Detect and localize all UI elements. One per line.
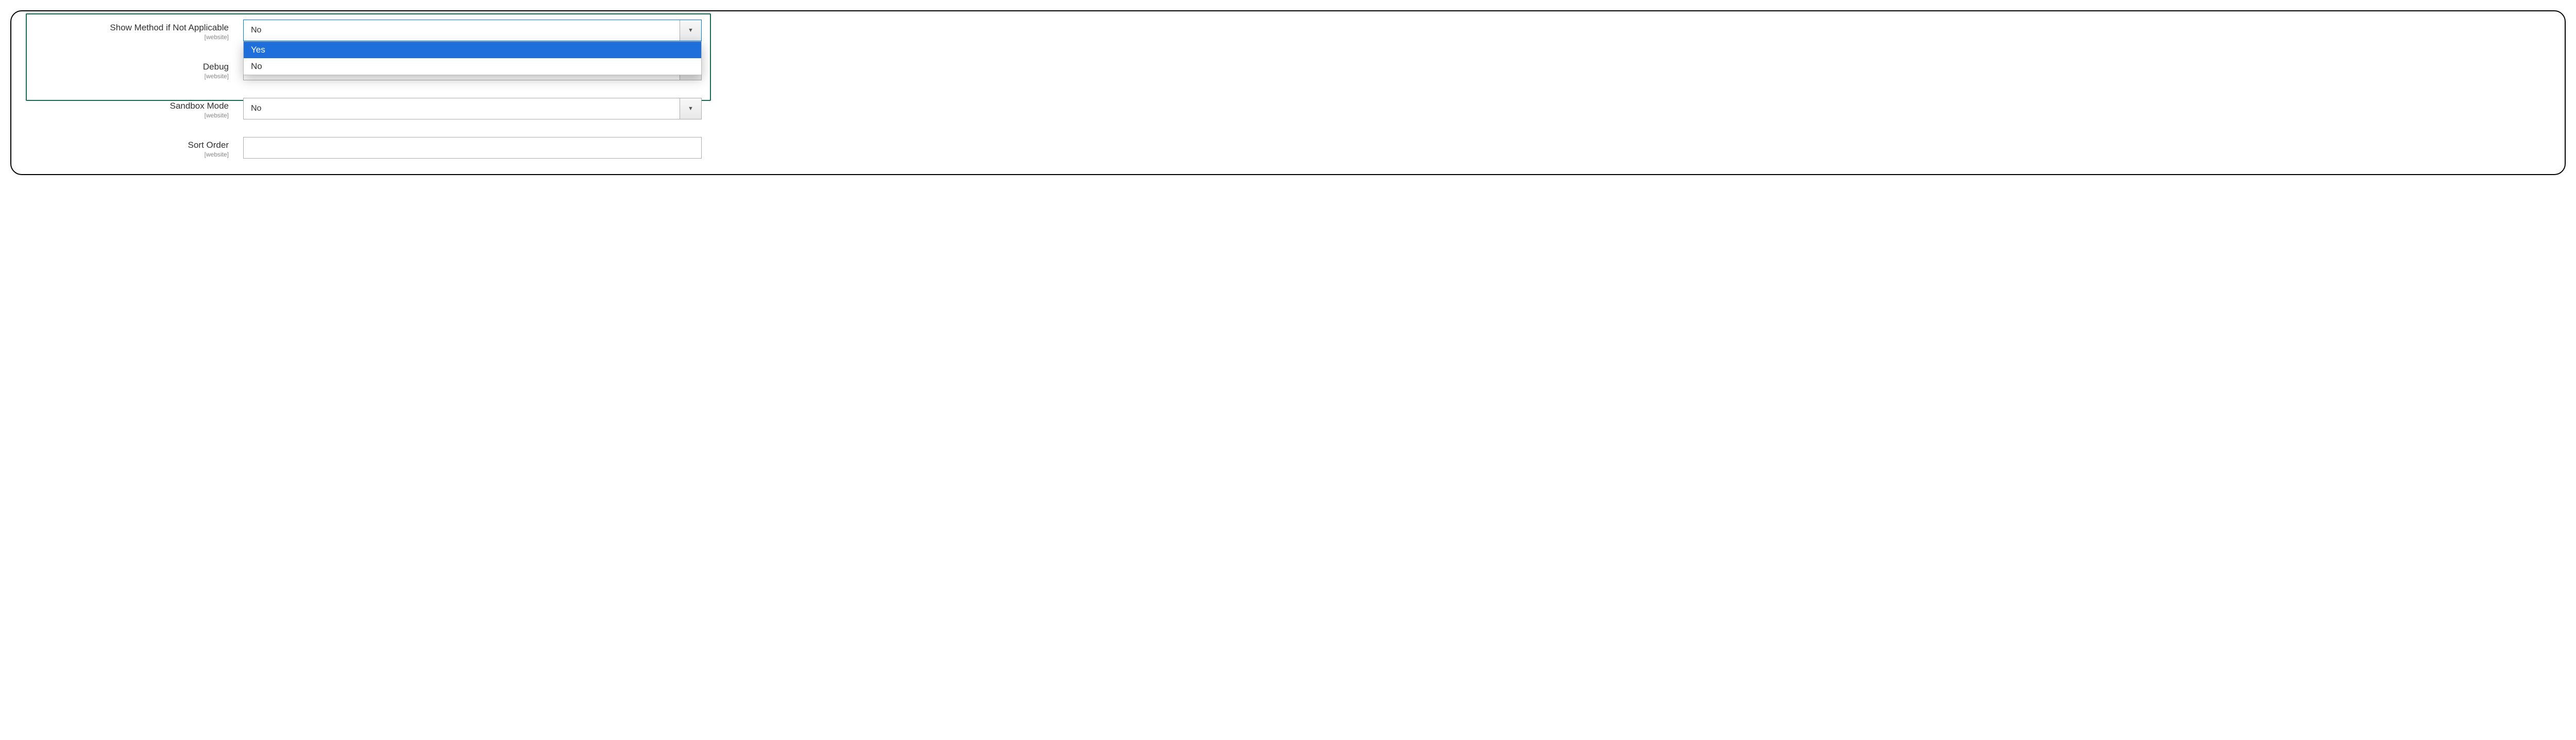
select-show-method[interactable]: No ▼ xyxy=(243,20,702,41)
select-value: No xyxy=(244,104,680,113)
option-yes[interactable]: Yes xyxy=(244,42,701,58)
label-text: Sandbox Mode xyxy=(27,101,229,111)
label-scope: [website] xyxy=(27,33,229,41)
label-sandbox: Sandbox Mode [website] xyxy=(27,98,243,119)
option-no[interactable]: No xyxy=(244,58,701,75)
chevron-down-icon: ▼ xyxy=(680,98,701,119)
input-sort-order[interactable] xyxy=(243,137,702,159)
label-text: Show Method if Not Applicable xyxy=(27,23,229,33)
label-text: Sort Order xyxy=(27,140,229,150)
select-value: No xyxy=(244,26,680,35)
config-panel: Show Method if Not Applicable [website] … xyxy=(10,10,2566,175)
label-debug: Debug [website] xyxy=(27,59,243,80)
label-scope: [website] xyxy=(27,151,229,158)
label-text: Debug xyxy=(27,62,229,72)
row-show-method: Show Method if Not Applicable [website] … xyxy=(27,20,2549,41)
control-show-method: No ▼ Yes No xyxy=(243,20,702,41)
chevron-down-icon: ▼ xyxy=(680,20,701,41)
label-show-method: Show Method if Not Applicable [website] xyxy=(27,20,243,41)
row-sort-order: Sort Order [website] xyxy=(27,137,2549,159)
label-scope: [website] xyxy=(27,73,229,80)
label-sort-order: Sort Order [website] xyxy=(27,137,243,158)
select-sandbox[interactable]: No ▼ xyxy=(243,98,702,119)
row-sandbox: Sandbox Mode [website] No ▼ xyxy=(27,98,2549,119)
dropdown-show-method: Yes No xyxy=(243,41,702,75)
label-scope: [website] xyxy=(27,112,229,119)
control-sandbox: No ▼ xyxy=(243,98,702,119)
control-sort-order xyxy=(243,137,702,159)
